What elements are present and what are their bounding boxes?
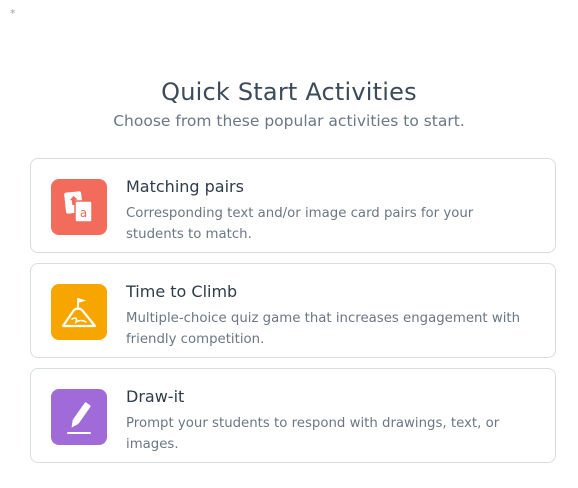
activity-description: Corresponding text and/or image card pai…	[126, 206, 474, 242]
mountain-flag-icon	[51, 284, 107, 340]
pencil-icon	[51, 389, 107, 445]
page-subtitle: Choose from these popular activities to …	[113, 112, 465, 130]
activity-description: Prompt your students to respond with dra…	[126, 416, 500, 452]
matching-pairs-icon: a	[51, 179, 107, 235]
quick-start-page: * Quick Start Activities Choose from the…	[0, 0, 578, 488]
activity-description: Multiple-choice quiz game that increases…	[126, 311, 521, 347]
activity-card-draw-it[interactable]: Draw-it Prompt your students to respond …	[30, 368, 556, 463]
corner-mark: *	[10, 7, 16, 20]
activity-card-matching-pairs[interactable]: a Matching pairs Corresponding text and/…	[30, 158, 556, 253]
svg-text:a: a	[80, 206, 87, 220]
quick-start-header: Quick Start Activities Choose from these…	[0, 78, 578, 130]
activity-card-time-to-climb[interactable]: Time to Climb Multiple-choice quiz game …	[30, 263, 556, 358]
activity-list: a Matching pairs Corresponding text and/…	[30, 158, 556, 473]
activity-title: Draw-it	[126, 387, 185, 406]
activity-title: Matching pairs	[126, 177, 244, 196]
activity-title: Time to Climb	[126, 282, 238, 301]
page-title: Quick Start Activities	[161, 78, 417, 106]
